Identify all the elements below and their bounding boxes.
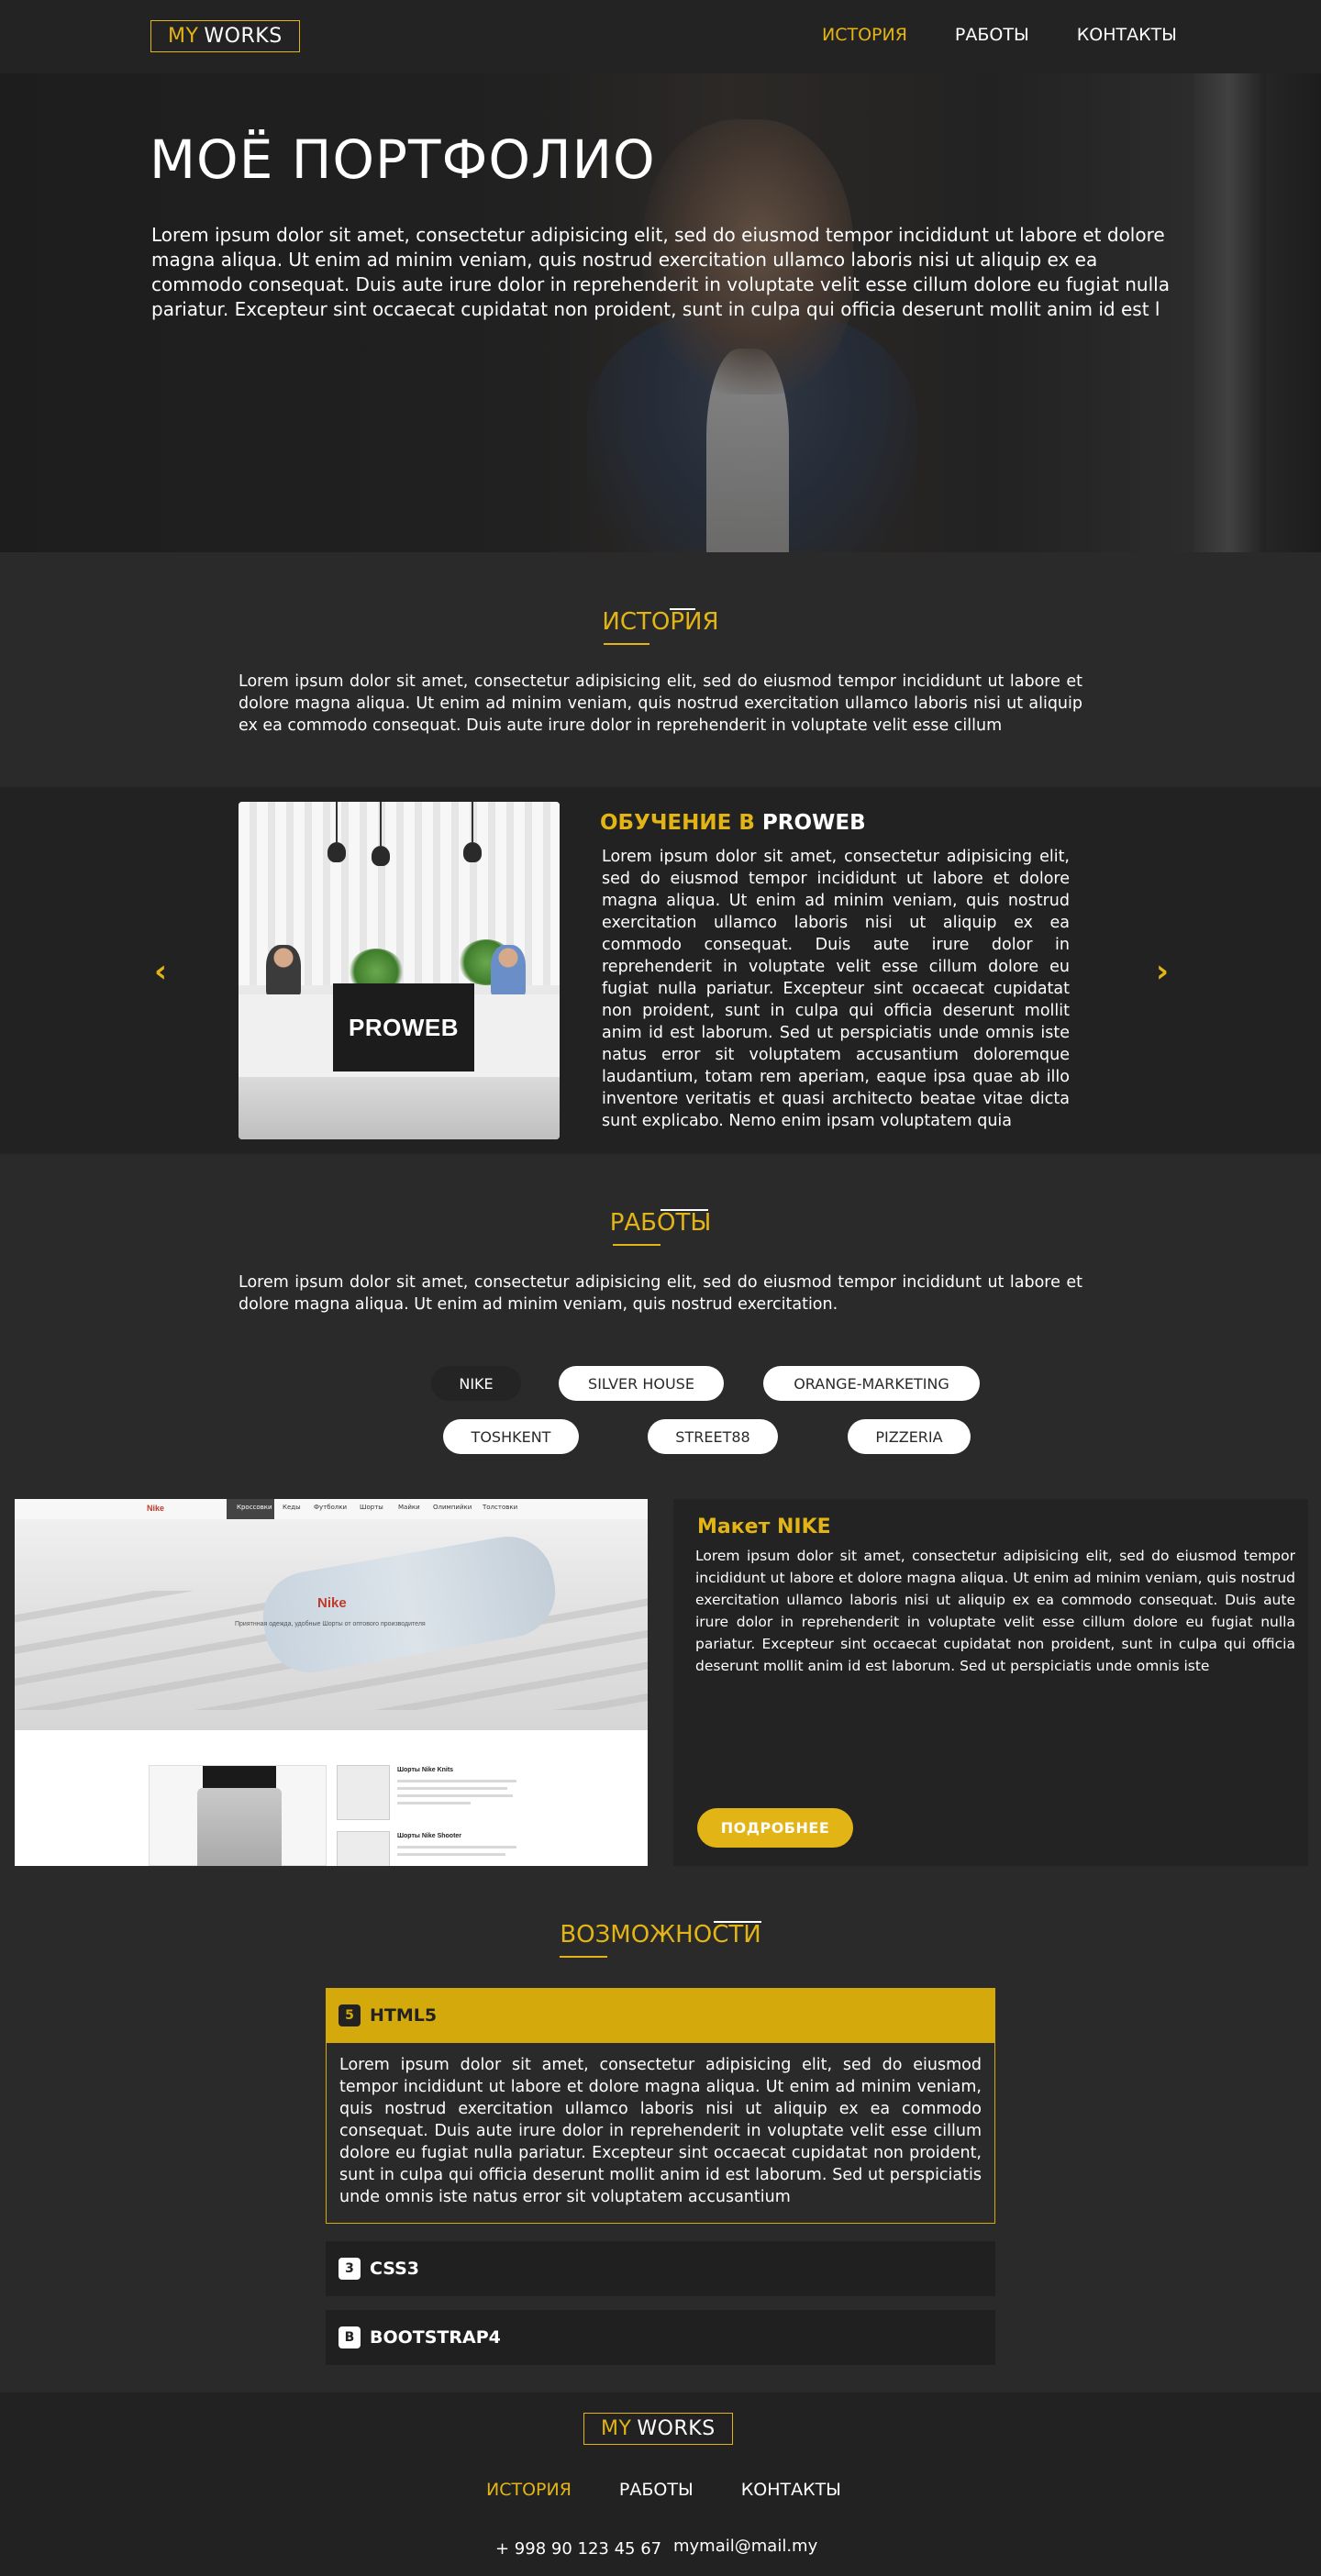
footer-link-contacts[interactable]: КОНТАКТЫ [741, 2480, 841, 2500]
bootstrap-icon: B [339, 2326, 361, 2348]
filter-pizzeria[interactable]: PIZZERIA [848, 1419, 971, 1454]
slide-heading-white: PROWEB [761, 811, 866, 835]
screenshot-product-image [149, 1765, 327, 1866]
accordion-header-bootstrap[interactable]: B BOOTSTRAP4 [326, 2310, 995, 2365]
logo-works: WORKS [637, 2417, 716, 2440]
slide-heading-yellow: ОБУЧЕНИЕ В [600, 811, 755, 835]
accordion-label: CSS3 [370, 2259, 420, 2279]
footer-link-works[interactable]: РАБОТЫ [619, 2480, 694, 2500]
title-line-yellow [560, 1956, 607, 1958]
works-title-text: РАБОТЫ [609, 1209, 712, 1237]
css3-icon: 3 [339, 2258, 361, 2280]
main-nav: ИСТОРИЯ РАБОТЫ КОНТАКТЫ [822, 25, 1177, 45]
works-section-title: РАБОТЫ [477, 1209, 844, 1246]
footer-link-history[interactable]: ИСТОРИЯ [486, 2480, 572, 2500]
receptionist-left [266, 945, 301, 996]
screenshot-text-line [397, 1780, 516, 1782]
chevron-left-icon[interactable]: ‹ [147, 953, 174, 990]
slide-heading: ОБУЧЕНИЕ В PROWEB [600, 811, 866, 835]
ceiling-lamp-cord [336, 802, 338, 842]
screenshot-menu-item: Майки [398, 1504, 420, 1511]
ceiling-lamp [327, 842, 346, 862]
logo-works: WORKS [204, 25, 283, 48]
work-title: Макет NIKE [697, 1516, 831, 1538]
screenshot-text-line [397, 1846, 516, 1849]
logo-my: MY [168, 25, 199, 48]
receptionist-right [491, 945, 526, 996]
site-logo[interactable]: MY WORKS [150, 20, 300, 52]
accordion-header-html5[interactable]: 5 HTML5 [326, 1988, 995, 2043]
screenshot-menu-item: Шорты [360, 1504, 383, 1511]
filter-street88[interactable]: STREET88 [648, 1419, 778, 1454]
works-intro-text: Lorem ipsum dolor sit amet, consectetur … [239, 1273, 1082, 1314]
screenshot-thumb [337, 1765, 390, 1820]
history-section-title: ИСТОРИЯ [477, 608, 844, 645]
hero-text: Lorem ipsum dolor sit amet, consectetur … [151, 224, 1170, 320]
screenshot-item1-title: Шорты Nike Knits [397, 1767, 454, 1773]
screenshot-menu-item: Толстовки [483, 1504, 518, 1511]
ceiling-lamp-cord [380, 802, 382, 846]
screenshot-hero-title: Nike [317, 1595, 347, 1611]
footer-email[interactable]: mymail@mail.my [673, 2537, 817, 2556]
logo-my: MY [601, 2417, 632, 2440]
screenshot-text-line [397, 1802, 471, 1804]
accordion-label: HTML5 [370, 2005, 438, 2026]
screenshot-thumb [337, 1831, 390, 1866]
ceiling-lamp [463, 842, 482, 862]
footer: MY WORKS ИСТОРИЯ РАБОТЫ КОНТАКТЫ + 998 9… [0, 2393, 1321, 2576]
more-button[interactable]: ПОДРОБНЕЕ [697, 1808, 853, 1848]
chevron-right-icon[interactable]: › [1149, 953, 1176, 990]
accordion-header-css3[interactable]: 3 CSS3 [326, 2241, 995, 2296]
screenshot-menu-item: Кеды [283, 1504, 301, 1511]
accordion-html5: 5 HTML5 Lorem ipsum dolor sit amet, cons… [326, 1988, 995, 2224]
hero-title: МОЁ ПОРТФОЛИО [150, 128, 656, 191]
filter-orange-marketing[interactable]: ORANGE-MARKETING [763, 1366, 980, 1401]
nav-link-works[interactable]: РАБОТЫ [955, 25, 1029, 45]
footer-logo[interactable]: MY WORKS [583, 2413, 733, 2445]
product-shorts [197, 1788, 282, 1866]
accordion-label: BOOTSTRAP4 [370, 2327, 501, 2348]
screenshot-menu-item: Олимпийки [433, 1504, 472, 1511]
title-line-yellow [613, 1244, 660, 1246]
screenshot-menu-item: Кроссовки [237, 1504, 272, 1511]
nav-link-history[interactable]: ИСТОРИЯ [822, 25, 907, 45]
html5-icon: 5 [339, 2004, 361, 2026]
screenshot-text-line [397, 1787, 507, 1790]
filter-toshkent[interactable]: TOSHKENT [443, 1419, 579, 1454]
proweb-sign: PROWEB [333, 983, 474, 1071]
features-section-title: ВОЗМОЖНОСТИ [477, 1921, 844, 1958]
title-line-yellow [604, 643, 649, 645]
top-navbar: MY WORKS ИСТОРИЯ РАБОТЫ КОНТАКТЫ [0, 0, 1321, 73]
history-intro-text: Lorem ipsum dolor sit amet, consectetur … [239, 672, 1082, 735]
screenshot-menu-item: Футболки [314, 1504, 348, 1511]
history-title-text: ИСТОРИЯ [602, 608, 719, 636]
title-line-white [670, 608, 695, 610]
nav-link-contacts[interactable]: КОНТАКТЫ [1077, 25, 1177, 45]
accordion-bootstrap: B BOOTSTRAP4 [326, 2310, 995, 2365]
slide-text: Lorem ipsum dolor sit amet, consectetur … [602, 848, 1070, 1130]
slide-image-proweb-office: PROWEB [239, 802, 560, 1139]
title-line-white [660, 1209, 708, 1211]
footer-phone[interactable]: + 998 90 123 45 67 [495, 2539, 661, 2559]
accordion-body-html5: Lorem ipsum dolor sit amet, consectetur … [326, 2043, 995, 2224]
screenshot-brand: Nike [147, 1504, 165, 1513]
screenshot-hero-subtitle: Приятнная одежда, удобные Шорты от оптов… [235, 1621, 426, 1627]
screenshot-text-line [397, 1853, 505, 1856]
work-screenshot-nike[interactable]: Nike Кроссовки Кеды Футболки Шорты Майки… [15, 1499, 648, 1866]
screenshot-item2-title: Шорты Nike Shooter [397, 1833, 462, 1839]
title-line-white [714, 1921, 761, 1923]
accordion-css3: 3 CSS3 [326, 2241, 995, 2296]
office-floor [239, 1077, 560, 1139]
filter-nike[interactable]: NIKE [431, 1366, 521, 1401]
filter-silver-house[interactable]: SILVER HOUSE [559, 1366, 724, 1401]
work-description: Lorem ipsum dolor sit amet, consectetur … [695, 1548, 1295, 1674]
screenshot-text-line [397, 1794, 513, 1797]
footer-nav: ИСТОРИЯ РАБОТЫ КОНТАКТЫ [486, 2480, 841, 2500]
features-title-text: ВОЗМОЖНОСТИ [560, 1921, 761, 1949]
ceiling-lamp-cord [472, 802, 473, 842]
ceiling-lamp [372, 846, 390, 866]
product-shirt [203, 1766, 276, 1788]
